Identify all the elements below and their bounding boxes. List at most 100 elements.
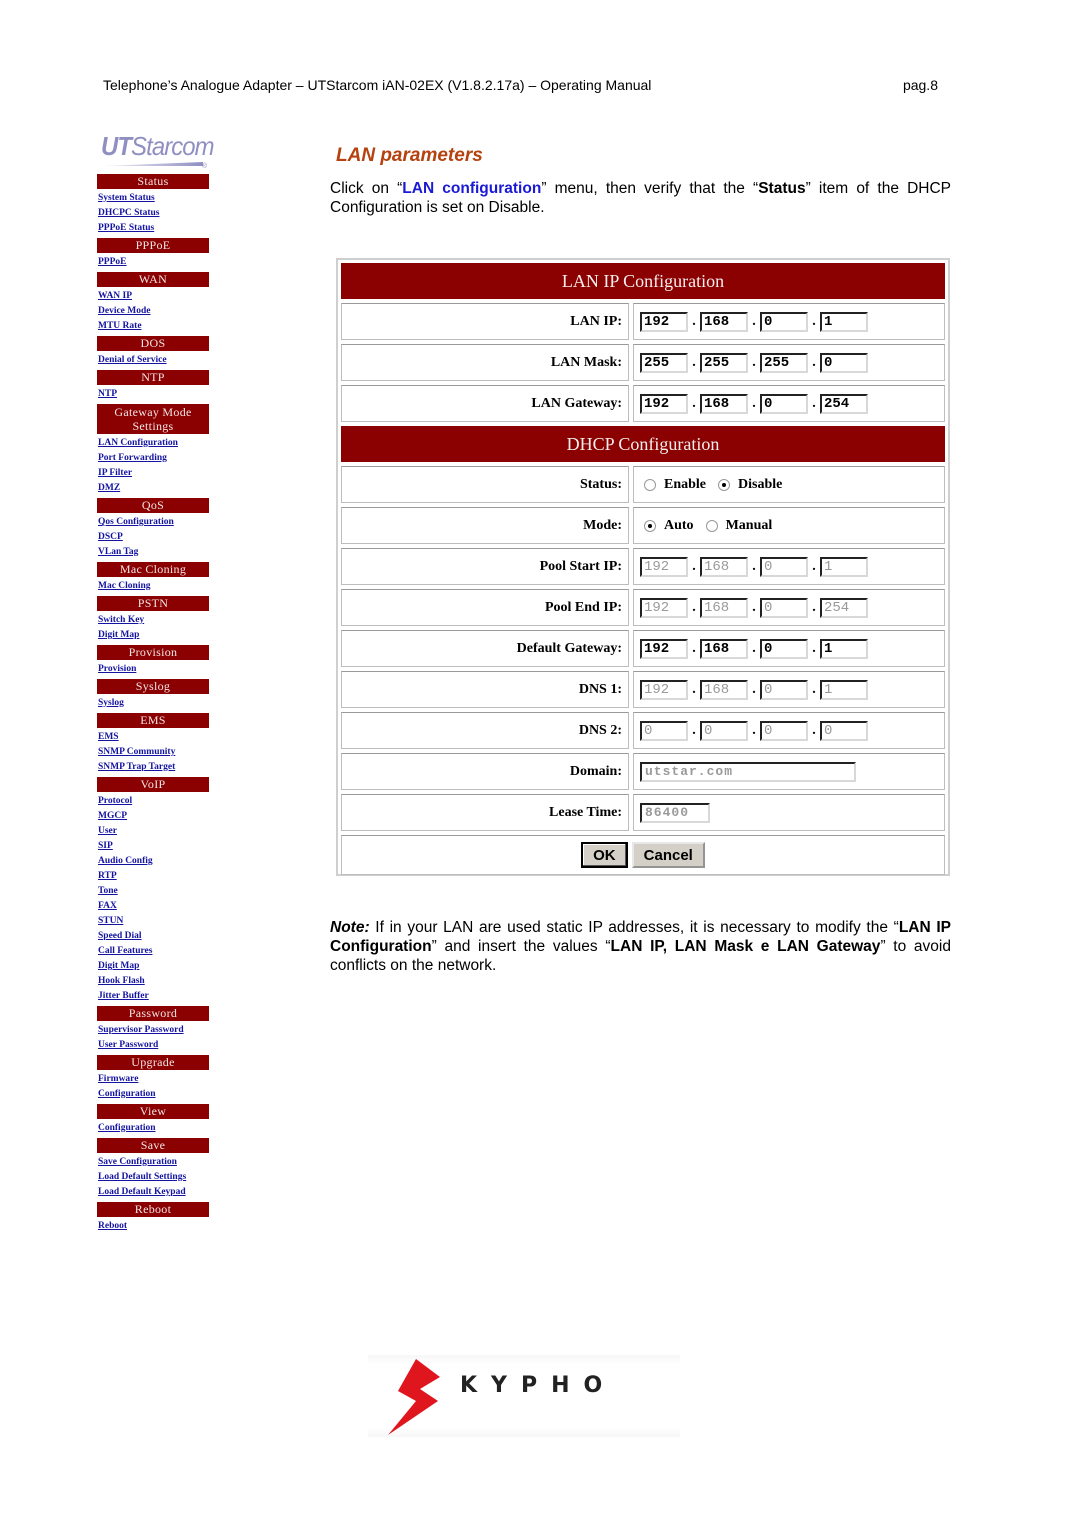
sidebar-link-switch-key[interactable]: Switch Key <box>97 613 209 628</box>
sidebar-link-qos-configuration[interactable]: Qos Configuration <box>97 515 209 530</box>
sidebar-section-header: Upgrade <box>97 1055 209 1070</box>
cancel-button[interactable]: Cancel <box>631 842 705 868</box>
ip-octet-input[interactable]: 1 <box>820 638 868 659</box>
sidebar-link-hook-flash[interactable]: Hook Flash <box>97 974 209 989</box>
ip-octet-input[interactable]: 192 <box>640 393 688 414</box>
dhcp-status-options: Enable Disable <box>633 466 945 503</box>
sidebar-link-firmware[interactable]: Firmware <box>97 1072 209 1087</box>
sidebar-link-ntp[interactable]: NTP <box>97 387 209 402</box>
lan-ip-configuration-header: LAN IP Configuration <box>341 263 945 299</box>
ip-octet-input[interactable]: 255 <box>760 352 808 373</box>
sidebar-link-denial-of-service[interactable]: Denial of Service <box>97 353 209 368</box>
octet-separator: . <box>752 640 756 656</box>
sidebar-link-pppoe[interactable]: PPPoE <box>97 255 209 270</box>
sidebar-link-provision[interactable]: Provision <box>97 662 209 677</box>
sidebar-link-reboot[interactable]: Reboot <box>97 1219 209 1234</box>
sidebar-link-audio-config[interactable]: Audio Config <box>97 854 209 869</box>
sidebar-link-jitter-buffer[interactable]: Jitter Buffer <box>97 989 209 1004</box>
ip-octet-input[interactable]: 0 <box>820 352 868 373</box>
status-enable-radio[interactable] <box>644 478 656 491</box>
sidebar-link-digit-map[interactable]: Digit Map <box>97 628 209 643</box>
sidebar-link-mtu-rate[interactable]: MTU Rate <box>97 319 209 334</box>
mode-manual-radio[interactable] <box>705 519 718 532</box>
sidebar-link-speed-dial[interactable]: Speed Dial <box>97 929 209 944</box>
ip-octet-input[interactable]: 0 <box>760 556 808 577</box>
ip-octet-input[interactable]: 192 <box>640 556 688 577</box>
sidebar-link-fax[interactable]: FAX <box>97 899 209 914</box>
ip-octet-input[interactable]: 0 <box>760 720 808 741</box>
ip-octet-input[interactable]: 168 <box>700 311 748 332</box>
sidebar-link-wan-ip[interactable]: WAN IP <box>97 289 209 304</box>
sidebar-link-snmp-trap-target[interactable]: SNMP Trap Target <box>97 760 209 775</box>
domain-input[interactable]: utstar.com <box>640 761 856 782</box>
status-disable-radio[interactable] <box>718 478 731 491</box>
default-gateway-label: Default Gateway: <box>341 630 629 667</box>
sidebar-link-call-features[interactable]: Call Features <box>97 944 209 959</box>
ip-octet-input[interactable]: 1 <box>820 556 868 577</box>
sidebar-link-user-password[interactable]: User Password <box>97 1038 209 1053</box>
ip-octet-input[interactable]: 192 <box>640 679 688 700</box>
ip-octet-input[interactable]: 192 <box>640 597 688 618</box>
sidebar-section-header: Provision <box>97 645 209 660</box>
sidebar-link-snmp-community[interactable]: SNMP Community <box>97 745 209 760</box>
ip-octet-input[interactable]: 1 <box>820 311 868 332</box>
ip-octet-input[interactable]: 168 <box>700 638 748 659</box>
sidebar-link-ems[interactable]: EMS <box>97 730 209 745</box>
lease-time-input[interactable]: 86400 <box>640 802 710 823</box>
sidebar-link-dhcpc-status[interactable]: DHCPC Status <box>97 206 209 221</box>
sidebar-link-system-status[interactable]: System Status <box>97 191 209 206</box>
sidebar-link-rtp[interactable]: RTP <box>97 869 209 884</box>
ip-octet-input[interactable]: 0 <box>640 720 688 741</box>
sidebar-link-device-mode[interactable]: Device Mode <box>97 304 209 319</box>
sidebar-link-syslog[interactable]: Syslog <box>97 696 209 711</box>
sidebar-link-protocol[interactable]: Protocol <box>97 794 209 809</box>
note-text: ” and insert the values “ <box>431 938 611 955</box>
ip-octet-input[interactable]: 254 <box>820 393 868 414</box>
sidebar-link-ip-filter[interactable]: IP Filter <box>97 466 209 481</box>
sidebar-link-port-forwarding[interactable]: Port Forwarding <box>97 451 209 466</box>
ip-octet-input[interactable]: 0 <box>760 311 808 332</box>
sidebar-link-vlan-tag[interactable]: VLan Tag <box>97 545 209 560</box>
sidebar-section-header: Password <box>97 1006 209 1021</box>
ip-octet-input[interactable]: 254 <box>820 597 868 618</box>
intro-paragraph: Click on “LAN configuration” menu, then … <box>330 179 951 217</box>
sidebar-link-pppoe-status[interactable]: PPPoE Status <box>97 221 209 236</box>
ip-octet-input[interactable]: 192 <box>640 638 688 659</box>
ip-octet-input[interactable]: 0 <box>700 720 748 741</box>
ip-octet-input[interactable]: 0 <box>820 720 868 741</box>
sidebar-link-mac-cloning[interactable]: Mac Cloning <box>97 579 209 594</box>
lan-mask-row: LAN Mask: 255. 255. 255. 0 <box>341 344 945 381</box>
sidebar-link-save-configuration[interactable]: Save Configuration <box>97 1155 209 1170</box>
ip-octet-input[interactable]: 0 <box>760 679 808 700</box>
sidebar-link-supervisor-password[interactable]: Supervisor Password <box>97 1023 209 1038</box>
sidebar-link-sip[interactable]: SIP <box>97 839 209 854</box>
ip-octet-input[interactable]: 168 <box>700 556 748 577</box>
sidebar-link-user[interactable]: User <box>97 824 209 839</box>
sidebar-link-tone[interactable]: Tone <box>97 884 209 899</box>
ip-octet-input[interactable]: 192 <box>640 311 688 332</box>
sidebar-link-configuration[interactable]: Configuration <box>97 1121 209 1136</box>
sidebar-link-mgcp[interactable]: MGCP <box>97 809 209 824</box>
ip-octet-input[interactable]: 0 <box>760 597 808 618</box>
lan-gateway-field: 192. 168. 0. 254 <box>633 385 945 422</box>
ok-button[interactable]: OK <box>581 842 628 868</box>
sidebar-link-load-default-keypad[interactable]: Load Default Keypad <box>97 1185 209 1200</box>
ip-octet-input[interactable]: 0 <box>760 393 808 414</box>
document-title: Telephone’s Analogue Adapter – UTStarcom… <box>103 77 652 93</box>
ip-octet-input[interactable]: 1 <box>820 679 868 700</box>
ip-octet-input[interactable]: 168 <box>700 597 748 618</box>
ip-octet-input[interactable]: 168 <box>700 393 748 414</box>
sidebar-link-load-default-settings[interactable]: Load Default Settings <box>97 1170 209 1185</box>
sidebar-link-digit-map[interactable]: Digit Map <box>97 959 209 974</box>
sidebar-link-dscp[interactable]: DSCP <box>97 530 209 545</box>
ip-octet-input[interactable]: 255 <box>640 352 688 373</box>
ip-octet-input[interactable]: 0 <box>760 638 808 659</box>
sidebar-link-dmz[interactable]: DMZ <box>97 481 209 496</box>
ip-octet-input[interactable]: 255 <box>700 352 748 373</box>
ip-octet-input[interactable]: 168 <box>700 679 748 700</box>
sidebar-link-lan-configuration[interactable]: LAN Configuration <box>97 436 209 451</box>
sidebar-link-stun[interactable]: STUN <box>97 914 209 929</box>
mode-auto-radio[interactable] <box>644 519 656 532</box>
sidebar-link-configuration[interactable]: Configuration <box>97 1087 209 1102</box>
logo-starcom: Starcom <box>131 131 215 161</box>
